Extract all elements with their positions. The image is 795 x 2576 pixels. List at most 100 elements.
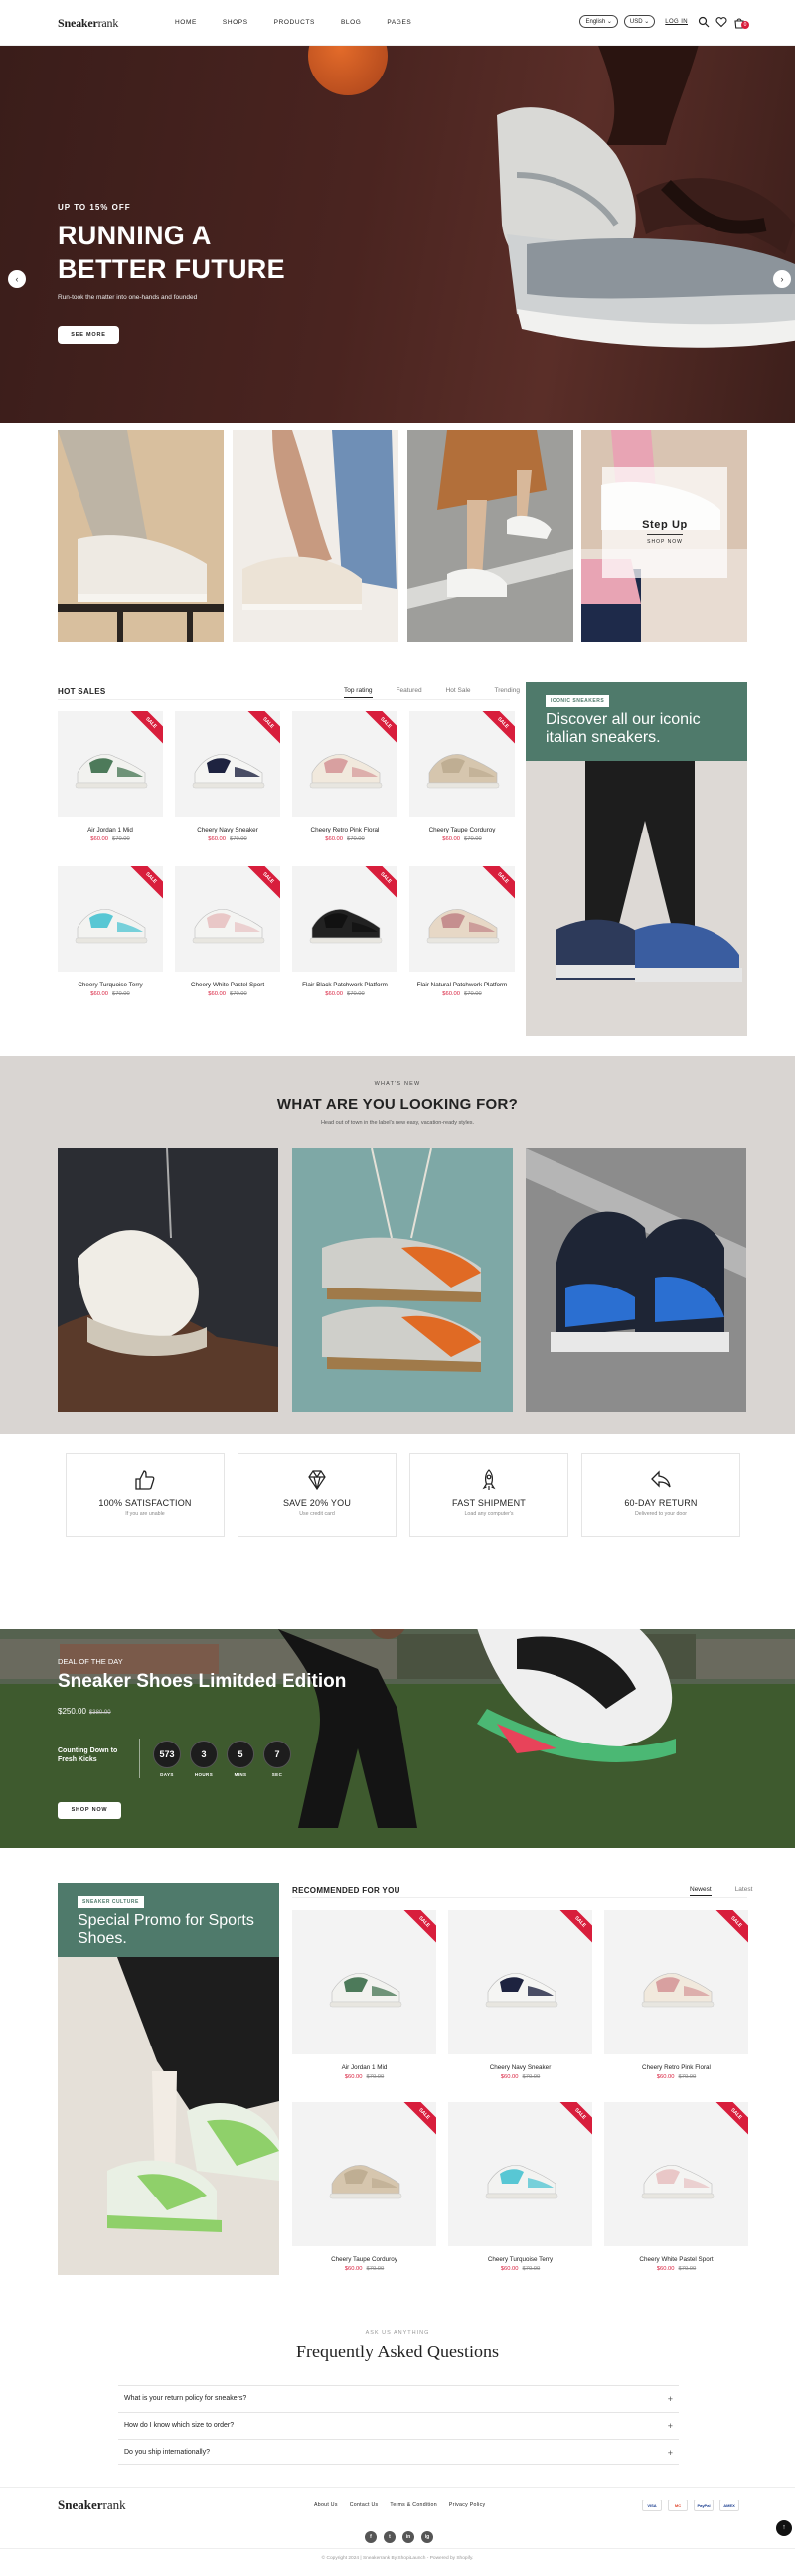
product-name[interactable]: Air Jordan 1 Mid [58,827,163,834]
product-name[interactable]: Cheery White Pastel Sport [175,982,280,989]
lookbook-tile-3[interactable] [407,430,573,642]
product-card[interactable]: SALE Cheery Navy Sneaker $60.00 $70.00 [448,1910,592,2080]
product-image-frame[interactable]: SALE [292,1910,436,2054]
nav-blog[interactable]: BLOG [341,19,361,26]
hero-next-arrow[interactable]: › [773,270,791,288]
nav-home[interactable]: HOME [175,19,197,26]
cart-button[interactable]: 0 [733,16,749,29]
logo-thin: rank [97,16,119,30]
feature-title: 100% SATISFACTION [98,1498,192,1508]
product-card[interactable]: SALE Air Jordan 1 Mid $60.00 $70.00 [292,1910,436,2080]
search-icon[interactable] [698,16,710,28]
product-card[interactable]: SALE Flair Natural Patchwork Platform $60.… [409,866,515,997]
product-name[interactable]: Air Jordan 1 Mid [292,2064,436,2072]
product-image-frame[interactable]: SALE [175,711,280,817]
site-logo[interactable]: Sneakerrank [58,16,118,31]
footer-link-about[interactable]: About Us [314,2502,338,2508]
product-image-frame[interactable]: SALE [175,866,280,972]
tab-top-rating[interactable]: Top rating [344,687,373,698]
category-card-1[interactable] [58,1148,278,1412]
countdown-unit: HOURS [194,1772,214,1777]
product-name[interactable]: Cheery Navy Sneaker [175,827,280,834]
nav-products[interactable]: PRODUCTS [274,19,315,26]
faq-item[interactable]: Do you ship internationally? + [118,2439,679,2465]
deal-shop-now-button[interactable]: SHOP NOW [58,1802,121,1819]
product-card[interactable]: SALE Cheery Retro Pink Floral $60.00 $70.00 [292,711,398,842]
tab-latest[interactable]: Latest [735,1886,753,1896]
product-card[interactable]: SALE Cheery Taupe Corduroy $60.00 $70.00 [292,2102,436,2272]
product-image-frame[interactable]: SALE [58,866,163,972]
product-image-frame[interactable]: SALE [409,711,515,817]
faq-item[interactable]: How do I know which size to order? + [118,2412,679,2438]
nav-shops[interactable]: SHOPS [223,19,248,26]
product-card[interactable]: SALE Cheery Turquoise Terry $60.00 $70.00 [58,866,163,997]
product-name[interactable]: Cheery Navy Sneaker [448,2064,592,2072]
footer-link-contact[interactable]: Contact Us [350,2502,379,2508]
product-name[interactable]: Cheery Turquoise Terry [448,2256,592,2264]
category-card-3[interactable] [526,1148,746,1412]
lookbook-tile-2[interactable] [233,430,398,642]
culture-badge: SNEAKER CULTURE [78,1896,144,1908]
tab-hot-sale[interactable]: Hot Sale [446,687,471,698]
twitter-icon[interactable]: t [384,2531,396,2543]
product-image-frame[interactable]: SALE [604,2102,748,2246]
back-to-top-button[interactable]: ↑ [776,2520,792,2536]
lookbook-tile-step-up[interactable]: Step Up SHOP NOW [581,430,747,642]
nav-pages[interactable]: PAGES [387,19,411,26]
product-price-old: $70.00 [678,2266,697,2272]
instagram-icon[interactable]: ig [421,2531,433,2543]
product-price-now: $60.00 [442,836,460,842]
product-name[interactable]: Cheery Retro Pink Floral [292,827,398,834]
language-select[interactable]: English ⌄ [579,15,618,28]
footer-link-terms[interactable]: Terms & Condition [390,2502,436,2508]
product-image-frame[interactable]: SALE [448,1910,592,2054]
product-price-old: $70.00 [464,991,482,997]
faq-question: How do I know which size to order? [124,2422,235,2429]
hero-prev-arrow[interactable]: ‹ [8,270,26,288]
countdown-unit: SEC [271,1772,283,1777]
product-image-frame[interactable]: SALE [448,2102,592,2246]
product-name[interactable]: Cheery Turquoise Terry [58,982,163,989]
sneaker-culture-panel[interactable]: SNEAKER CULTURE Special Promo for Sports… [58,1883,279,2275]
tab-newest[interactable]: Newest [690,1886,712,1896]
product-image-frame[interactable]: SALE [292,711,398,817]
product-card[interactable]: SALE Air Jordan 1 Mid $60.00 $70.00 [58,711,163,842]
product-name[interactable]: Cheery Taupe Corduroy [409,827,515,834]
product-image-frame[interactable]: SALE [409,866,515,972]
product-card[interactable]: SALE Cheery White Pastel Sport $60.00 $70.0… [175,866,280,997]
linkedin-icon[interactable]: in [402,2531,414,2543]
category-card-2[interactable] [292,1148,513,1412]
login-link[interactable]: LOG IN [665,19,688,25]
tab-featured[interactable]: Featured [397,687,422,698]
product-card[interactable]: SALE Flair Black Patchwork Platform $60.00… [292,866,398,997]
product-image-frame[interactable]: SALE [292,866,398,972]
tab-trending[interactable]: Trending [495,687,520,698]
step-up-shop-now-link[interactable]: SHOP NOW [602,539,727,545]
product-card[interactable]: SALE Cheery Turquoise Terry $60.00 $70.00 [448,2102,592,2272]
visa-icon: VISA [642,2500,662,2511]
product-image-frame[interactable]: SALE [292,2102,436,2246]
social-links: f t in ig [365,2531,433,2543]
product-card[interactable]: SALE Cheery Retro Pink Floral $60.00 $70.00 [604,1910,748,2080]
heart-icon[interactable] [716,16,727,28]
product-card[interactable]: SALE Cheery White Pastel Sport $60.00 $70.0… [604,2102,748,2272]
product-name[interactable]: Flair Black Patchwork Platform [292,982,398,989]
product-price-now: $60.00 [90,836,108,842]
product-image-frame[interactable]: SALE [58,711,163,817]
product-name[interactable]: Cheery Taupe Corduroy [292,2256,436,2264]
footer-link-privacy[interactable]: Privacy Policy [449,2502,486,2508]
product-name[interactable]: Cheery Retro Pink Floral [604,2064,748,2072]
hero-see-more-button[interactable]: SEE MORE [58,326,119,344]
facebook-icon[interactable]: f [365,2531,377,2543]
product-card[interactable]: SALE Cheery Taupe Corduroy $60.00 $70.00 [409,711,515,842]
footer-logo[interactable]: Sneakerrank [58,2498,126,2513]
lookbook-tile-1[interactable] [58,430,224,642]
faq-item[interactable]: What is your return policy for sneakers?… [118,2385,679,2411]
product-name[interactable]: Cheery White Pastel Sport [604,2256,748,2264]
product-card[interactable]: SALE Cheery Navy Sneaker $60.00 $70.00 [175,711,280,842]
product-image-frame[interactable]: SALE [604,1910,748,2054]
product-name[interactable]: Flair Natural Patchwork Platform [409,982,515,989]
product-price: $60.00 $70.00 [292,836,398,842]
currency-select[interactable]: USD ⌄ [623,15,656,28]
iconic-sneakers-panel[interactable]: ICONIC SNEAKERS Discover all our iconic … [526,682,747,1036]
